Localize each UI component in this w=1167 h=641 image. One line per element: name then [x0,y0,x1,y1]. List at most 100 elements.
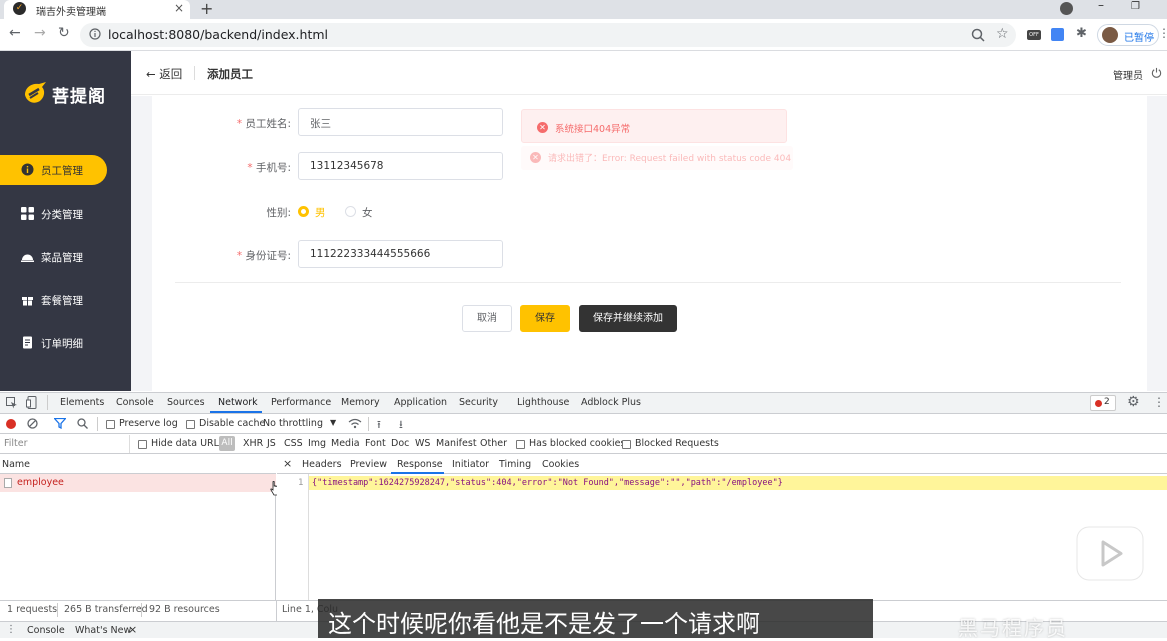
menu-dots-icon[interactable]: ⋮ [1158,26,1167,40]
type-filter-doc[interactable]: Doc [391,438,409,449]
type-filter-ws[interactable]: WS [415,438,430,449]
detail-tab-cookies[interactable]: Cookies [542,459,579,470]
back-button[interactable]: ← 返回 [146,66,182,82]
drawer-tab-whats-new[interactable]: What's New [75,625,131,636]
type-filter-font[interactable]: Font [365,438,386,449]
tab-close-icon[interactable]: × [174,1,184,15]
id-number-input[interactable]: 111222333444555666 [298,240,503,268]
drawer-tab-console[interactable]: Console [27,625,65,636]
translate-icon[interactable] [1051,28,1064,41]
logout-power-icon[interactable] [1151,67,1162,78]
play-button-icon[interactable] [1076,519,1144,581]
network-conditions-icon[interactable] [348,418,362,429]
sidebar-item-categories[interactable]: 分类管理 [0,199,131,229]
type-filter-xhr[interactable]: XHR [243,438,263,449]
profile-dot-icon[interactable] [1060,2,1073,15]
sidebar-item-label: 订单明细 [41,338,83,350]
name-label: * 员工姓名: [236,118,291,130]
browser-tab[interactable]: ✓ 瑞吉外卖管理端 × [4,0,190,19]
minimize-icon[interactable]: – [1098,0,1104,12]
transferred-size: 265 B transferred [64,604,148,615]
phone-input[interactable]: 13112345678 [298,152,503,180]
cancel-button[interactable]: 取消 [462,305,512,332]
type-filter-manifest[interactable]: Manifest [436,438,477,449]
request-list-header[interactable]: Name [0,454,276,474]
devtools-tab-elements[interactable]: Elements [60,397,104,408]
profile-paused-button[interactable]: 已暂停 [1097,24,1159,46]
error-count-badge[interactable]: 2 [1090,395,1116,411]
devtools-tab-memory[interactable]: Memory [341,397,380,408]
detail-tab-timing[interactable]: Timing [499,459,531,470]
gender-male-radio[interactable] [298,206,309,217]
line-number-gutter [277,474,309,600]
reload-icon[interactable]: ↻ [58,25,70,41]
chevron-down-icon[interactable]: ▼ [330,418,336,427]
type-filter-img[interactable]: Img [308,438,326,449]
bookmark-star-icon[interactable]: ☆ [996,26,1009,42]
devtools-tab-sources[interactable]: Sources [167,397,205,408]
gender-female-label[interactable]: 女 [362,205,373,220]
devtools-tab-console[interactable]: Console [116,397,154,408]
new-tab-icon[interactable]: + [200,0,213,17]
sidebar-item-combos[interactable]: 套餐管理 [0,285,131,315]
blocked-cookies-checkbox[interactable] [516,440,525,449]
detail-tab-initiator[interactable]: Initiator [452,459,489,470]
back-arrow-icon[interactable]: ← [9,25,21,41]
type-filter-all[interactable]: All [219,436,235,451]
close-detail-icon[interactable]: × [283,457,292,470]
extensions-puzzle-icon[interactable]: ✱ [1076,26,1087,41]
form-divider [175,282,1121,283]
devtools-tab-lighthouse[interactable]: Lighthouse [517,397,569,408]
sidebar-item-dishes[interactable]: 菜品管理 [0,242,131,272]
request-row[interactable]: employee [0,474,276,492]
type-filter-js[interactable]: JS [267,438,276,449]
zoom-icon[interactable] [970,27,986,43]
tab-title: 瑞吉外卖管理端 [36,7,106,18]
detail-tab-response[interactable]: Response [397,459,443,470]
record-icon[interactable] [6,419,16,429]
save-button[interactable]: 保存 [520,305,570,332]
disable-cache-checkbox[interactable] [186,420,195,429]
gender-male-label[interactable]: 男 [315,205,326,220]
type-filter-media[interactable]: Media [331,438,360,449]
import-har-icon[interactable]: ⭱ [377,416,381,435]
device-toolbar-icon[interactable] [26,396,38,409]
restore-icon[interactable]: ❐ [1131,1,1140,12]
back-label: 返回 [159,67,183,81]
gender-female-radio[interactable] [345,206,356,217]
type-filter-css[interactable]: CSS [284,438,303,449]
devtools-tab-adblock[interactable]: Adblock Plus [581,397,641,408]
hide-data-urls-label: Hide data URLs [151,438,224,449]
devtools-tab-performance[interactable]: Performance [271,397,331,408]
address-bar[interactable]: localhost:8080/backend/index.html [80,23,1016,47]
employee-name-input[interactable]: 张三 [298,108,503,136]
sidebar-item-orders[interactable]: 订单明细 [0,328,131,358]
inspect-element-icon[interactable] [6,397,18,409]
filter-input[interactable]: Filter [0,435,130,453]
response-body[interactable]: {"timestamp":1624275928247,"status":404,… [312,478,783,488]
blocked-requests-checkbox[interactable] [622,440,631,449]
hide-data-urls-checkbox[interactable] [138,440,147,449]
drawer-menu-icon[interactable]: ⋮ [6,624,16,635]
extension-off-icon[interactable]: OFF [1027,30,1041,40]
save-and-continue-button[interactable]: 保存并继续添加 [579,305,677,332]
search-icon[interactable] [77,418,88,429]
drawer-close-icon[interactable]: × [128,623,137,636]
devtools-tab-security[interactable]: Security [459,397,498,408]
info-icon[interactable] [89,28,101,40]
detail-tab-headers[interactable]: Headers [302,459,342,470]
sidebar-item-employees[interactable]: 员工管理 [0,155,131,185]
blocked-cookies-label: Has blocked cookies [529,438,626,449]
export-har-icon[interactable]: ⭳ [399,416,403,435]
preserve-log-checkbox[interactable] [106,420,115,429]
devtools-tab-network[interactable]: Network [218,397,258,408]
type-filter-other[interactable]: Other [480,438,507,449]
filter-funnel-icon[interactable] [54,418,66,429]
forward-arrow-icon[interactable]: → [34,25,46,41]
throttling-select[interactable]: No throttling [263,418,323,429]
detail-tab-preview[interactable]: Preview [350,459,387,470]
devtools-settings-gear-icon[interactable]: ⚙ [1127,394,1140,410]
devtools-menu-icon[interactable]: ⋮ [1153,395,1165,409]
devtools-tab-application[interactable]: Application [394,397,447,408]
clear-icon[interactable] [27,418,38,429]
